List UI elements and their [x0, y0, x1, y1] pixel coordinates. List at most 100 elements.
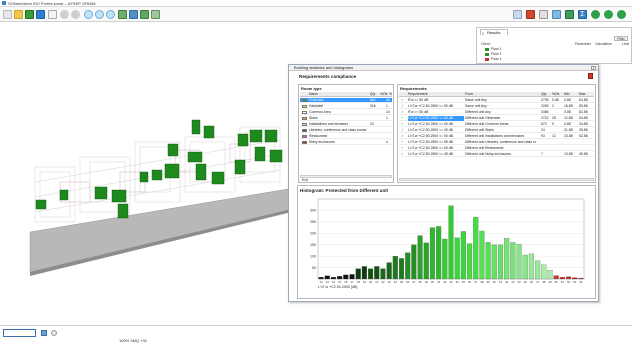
- rotate-right-icon[interactable]: [617, 10, 626, 19]
- x-tick-label: 16: [344, 280, 348, 284]
- room-type-row[interactable]: Common Area 14: [300, 110, 392, 115]
- view-top-icon[interactable]: [151, 10, 160, 19]
- color-swatch: [302, 105, 307, 108]
- histogram-bar: [578, 277, 584, 280]
- zoom-fit-icon[interactable]: [106, 10, 115, 19]
- requirement-row[interactable]: ✓ L'nT,w +C2,50-2500 <= 50 dB Different …: [399, 122, 594, 127]
- rotate-left-icon[interactable]: [604, 10, 613, 19]
- room-type-panel: Room type Name Qty %Ok % Protected 862 4…: [298, 84, 394, 183]
- open-icon[interactable]: [14, 10, 23, 19]
- room-type-row[interactable]: Installations and elevators 10: [300, 122, 392, 127]
- view-front-icon[interactable]: [129, 10, 138, 19]
- y-tick-label: 300: [310, 209, 316, 213]
- requirement-max: 55-88: [579, 104, 588, 108]
- requirement-min: 16-88: [564, 104, 573, 108]
- histogram-bar: [324, 275, 330, 280]
- chart-icon[interactable]: [513, 10, 522, 19]
- zoom-in-icon[interactable]: [84, 10, 93, 19]
- sigma-icon[interactable]: Σ: [578, 10, 587, 19]
- requirement-text: L'nT,w +C2,50-2500 <= 50 dB: [408, 104, 453, 108]
- undo-icon[interactable]: [60, 10, 69, 19]
- histogram-bar: [417, 235, 423, 280]
- close-icon[interactable]: ×: [591, 66, 596, 70]
- room-type-row[interactable]: Restaurants: [300, 134, 392, 139]
- result-row[interactable]: Floor 1: [485, 57, 502, 61]
- chart-small-icon[interactable]: [41, 330, 47, 336]
- room-type-row[interactable]: Habitable 316 1: [300, 104, 392, 109]
- room-type-row[interactable]: Noisy enclosures 4: [300, 140, 392, 145]
- requirements-panel: Requirements Requirement From Qty %Ok Mi…: [397, 84, 596, 183]
- result-row[interactable]: Floor 1: [485, 47, 502, 51]
- layers-icon[interactable]: [552, 10, 561, 19]
- requirements-scrollbar[interactable]: [399, 178, 594, 181]
- results-tab[interactable]: Σ Results: [480, 29, 508, 36]
- x-tick-label: 23: [388, 280, 392, 284]
- save-as-icon[interactable]: [36, 10, 45, 19]
- x-tick-label: 44: [517, 280, 521, 284]
- zoom-out-icon[interactable]: [95, 10, 104, 19]
- requirement-text: L'nT,w +C2,50-2500 <= 45 dB: [408, 152, 453, 156]
- save-icon[interactable]: [25, 10, 34, 19]
- pdf-icon[interactable]: [588, 73, 593, 79]
- filter-button[interactable]: Filter: [614, 36, 628, 41]
- histogram-bar: [436, 226, 442, 280]
- x-tick-label: 13: [326, 280, 330, 284]
- room-name: Habitable: [309, 104, 324, 108]
- histogram-bar: [398, 258, 405, 280]
- y-tick-label: 250: [310, 220, 316, 224]
- x-tick-label: 49: [548, 280, 552, 284]
- floor-icon: [485, 52, 489, 56]
- x-tick-label: 12: [320, 280, 324, 284]
- histogram-bar: [467, 243, 473, 280]
- requirement-from: Different unit Restaurants: [465, 146, 504, 150]
- requirements-label: Requirements: [400, 86, 427, 91]
- check-icon: ✓: [401, 140, 405, 144]
- measure-icon[interactable]: [539, 10, 548, 19]
- col-calculation: Calculation: [595, 42, 612, 46]
- room-type-footer[interactable]: Exit: [302, 178, 308, 182]
- requirement-row[interactable]: ✓ L'nT,w +C2,50-2500 <= 40 dB Different …: [399, 128, 594, 133]
- view-side-icon[interactable]: [140, 10, 149, 19]
- color-swatch: [302, 135, 307, 138]
- print-icon[interactable]: [48, 10, 57, 19]
- color-swatch: [302, 141, 307, 144]
- room-type-header: Name Qty %Ok %: [300, 92, 392, 97]
- result-row[interactable]: Floor 1: [485, 52, 502, 56]
- requirement-text: L'nT,w +C2,50-2500 <= 55 dB: [408, 140, 453, 144]
- report-icon[interactable]: [526, 10, 535, 19]
- title-bar: SONarchitect ISO Profes.sonar – AFSEP 2/…: [0, 0, 632, 7]
- col-pct: %: [389, 92, 393, 96]
- histogram-bar: [528, 253, 534, 280]
- room-type-scrollbar[interactable]: [300, 175, 392, 178]
- requirement-row[interactable]: ✓ L'nT,w +C2,50-2500 <= 50 dB Different …: [399, 134, 594, 139]
- zoom-input[interactable]: [3, 329, 36, 337]
- requirement-text: L'nT,w +C2,50-2500 <= 50 dB: [408, 122, 453, 126]
- room-type-row[interactable]: Libraries, conference and class rooms: [300, 128, 392, 133]
- histogram-panel: Histogram: Protected from Different unit…: [297, 185, 596, 299]
- col-from: From: [465, 92, 473, 96]
- requirement-row[interactable]: ✓ L'nT,w +C2,50-2500 <= 55 dB Different …: [399, 140, 594, 145]
- settings-small-icon[interactable]: [51, 330, 57, 336]
- requirement-max: 45-88: [579, 152, 588, 156]
- x-tick-label: 20: [369, 280, 373, 284]
- requirement-row[interactable]: ✓ R'w >= 50 dB Different unit Any 3366 0…: [399, 110, 594, 115]
- requirement-from: Different unit Stairs: [465, 128, 494, 132]
- histogram-bar: [429, 227, 435, 280]
- new-icon[interactable]: [3, 10, 12, 19]
- requirement-row[interactable]: ✓ R'w >= 50 dB Same unit Any 2795 0-88 0…: [399, 98, 594, 103]
- x-tick-label: 41: [499, 280, 503, 284]
- view-3d-icon[interactable]: [118, 10, 127, 19]
- room-pct: 1: [386, 104, 388, 108]
- room-type-row[interactable]: Stairs 1: [300, 116, 392, 121]
- refresh-icon[interactable]: [591, 10, 600, 19]
- room-type-row[interactable]: Protected 862 46: [300, 98, 392, 103]
- requirement-row[interactable]: ✓ L'nT,w +C2,50-2500 <= 45 dB Different …: [399, 152, 594, 157]
- requirement-row[interactable]: ✓ L'nT,w +C2,50-2500 <= 50 dB Same unit …: [399, 104, 594, 109]
- requirement-qty: 873: [541, 122, 547, 126]
- redo-icon[interactable]: [71, 10, 80, 19]
- requirement-row[interactable]: ✓ L'nT,w +C2,50-2500 <= 50 dB Different …: [399, 116, 594, 121]
- pin-icon[interactable]: [565, 10, 574, 19]
- col-ok: %Ok: [380, 92, 388, 96]
- requirement-row[interactable]: ✓ L'nT,w +C2,50-2500 <= 60 dB Different …: [399, 146, 594, 151]
- x-tick-label: 22: [381, 280, 385, 284]
